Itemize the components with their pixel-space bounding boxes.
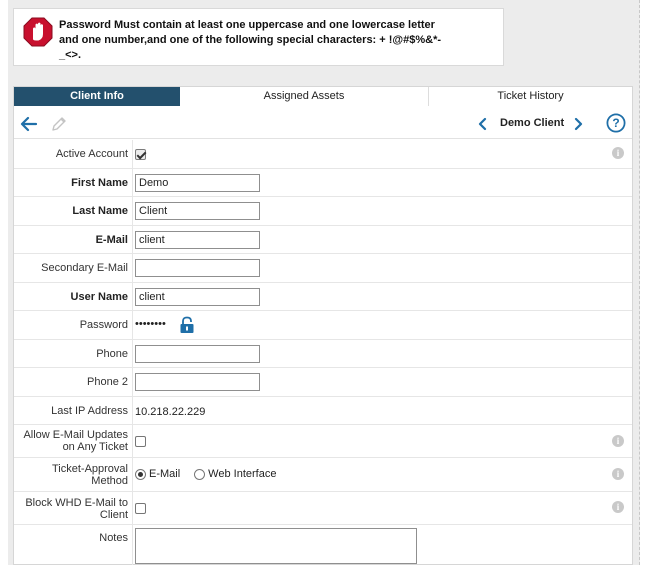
row-divider (132, 425, 133, 457)
tab-assigned-assets[interactable]: Assigned Assets (180, 87, 429, 106)
row-divider (132, 340, 133, 367)
alert-line-2: and one number,and one of the following … (59, 34, 442, 46)
row-divider (132, 311, 133, 339)
phone-label: Phone (96, 348, 128, 360)
stop-hand-icon (23, 17, 53, 47)
approval-web-label: Web Interface (208, 468, 277, 481)
row-divider (132, 397, 133, 424)
row-divider (132, 254, 133, 282)
row-divider (132, 226, 133, 253)
row-divider (132, 169, 133, 196)
allow-email-updates-label-line-1: Allow E-Mail Updates (23, 429, 128, 441)
toolbar: Demo Client ? (14, 109, 632, 139)
row-block-whd-email: Block WHD E-Mail to Client i (14, 492, 632, 525)
email-label: E-Mail (95, 234, 128, 246)
password-rule-text: Password Must contain at least one upper… (59, 18, 499, 63)
last-ip-label: Last IP Address (51, 405, 128, 417)
active-account-checkbox[interactable] (135, 149, 146, 160)
block-whd-email-label-line-1: Block WHD E-Mail to (25, 497, 128, 509)
row-last-ip: Last IP Address 10.218.22.229 (14, 397, 632, 425)
email-input[interactable] (135, 231, 260, 249)
allow-email-updates-checkbox[interactable] (135, 436, 146, 447)
pencil-icon[interactable] (50, 115, 68, 133)
password-mask: •••••••• (135, 318, 166, 330)
info-icon[interactable]: i (612, 435, 624, 447)
back-arrow-icon[interactable] (20, 116, 38, 132)
last-ip-value: 10.218.22.229 (135, 406, 206, 418)
row-secondary-email: Secondary E-Mail (14, 254, 632, 283)
secondary-email-input[interactable] (135, 259, 260, 277)
ticket-approval-label: Ticket-Approval Method (14, 463, 128, 487)
row-divider (132, 368, 133, 396)
tab-bar: Client Info Assigned Assets Ticket Histo… (14, 87, 632, 106)
first-name-input[interactable] (135, 174, 260, 192)
row-ticket-approval: Ticket-Approval Method E-Mail Web Interfa… (14, 458, 632, 492)
last-name-input[interactable] (135, 202, 260, 220)
row-allow-email-updates: Allow E-Mail Updates on Any Ticket i (14, 425, 632, 458)
notes-label: Notes (99, 532, 128, 544)
user-name-label: User Name (70, 291, 128, 303)
active-account-label: Active Account (55, 148, 128, 160)
alert-line-3: _<>. (59, 49, 82, 61)
row-email: E-Mail (14, 226, 632, 254)
row-divider (132, 140, 133, 168)
phone-2-input[interactable] (135, 373, 260, 391)
help-icon[interactable]: ? (606, 113, 626, 133)
password-alert: Password Must contain at least one upper… (13, 8, 504, 66)
user-name-input[interactable] (135, 288, 260, 306)
block-whd-email-label: Block WHD E-Mail to Client (14, 497, 128, 521)
info-icon[interactable]: i (612, 147, 624, 159)
next-client-icon[interactable] (572, 117, 584, 131)
info-icon[interactable]: i (612, 501, 624, 513)
secondary-email-label: Secondary E-Mail (41, 262, 128, 274)
first-name-label: First Name (71, 177, 128, 189)
phone-2-label: Phone 2 (87, 376, 128, 388)
client-form: Active Account i First Name Last Name E-… (14, 140, 632, 565)
tab-ticket-history[interactable]: Ticket History (429, 87, 632, 106)
row-phone-2: Phone 2 (14, 368, 632, 397)
notes-textarea[interactable] (135, 528, 417, 564)
phone-input[interactable] (135, 345, 260, 363)
tab-client-info[interactable]: Client Info (14, 87, 180, 106)
alert-line-1: Password Must contain at least one upper… (59, 19, 435, 31)
unlock-icon[interactable] (179, 316, 195, 334)
row-divider (132, 458, 133, 491)
approval-email-radio[interactable] (135, 468, 146, 480)
row-divider (132, 197, 133, 225)
approval-email-label: E-Mail (149, 468, 181, 481)
row-active-account: Active Account i (14, 140, 632, 169)
row-phone: Phone (14, 340, 632, 368)
block-whd-email-checkbox[interactable] (135, 503, 146, 514)
row-divider (132, 492, 133, 524)
row-divider (132, 525, 133, 565)
client-name: Demo Client (500, 117, 565, 129)
svg-text:?: ? (612, 116, 619, 130)
row-notes: Notes (14, 525, 632, 565)
allow-email-updates-label-line-2: on Any Ticket (62, 441, 128, 453)
row-first-name: First Name (14, 169, 632, 197)
block-whd-email-label-line-2: Client (99, 509, 128, 521)
password-label: Password (79, 319, 128, 331)
ticket-approval-label-line-2: Method (91, 475, 128, 487)
client-panel: Client Info Assigned Assets Ticket Histo… (13, 86, 633, 565)
row-divider (132, 283, 133, 310)
info-icon[interactable]: i (612, 468, 624, 480)
row-user-name: User Name (14, 283, 632, 311)
previous-client-icon[interactable] (477, 117, 489, 131)
row-last-name: Last Name (14, 197, 632, 226)
allow-email-updates-label: Allow E-Mail Updates on Any Ticket (14, 429, 128, 453)
last-name-label: Last Name (72, 205, 128, 217)
row-password: Password •••••••• (14, 311, 632, 340)
ticket-approval-label-line-1: Ticket-Approval (51, 463, 128, 475)
approval-web-radio[interactable] (194, 468, 206, 480)
